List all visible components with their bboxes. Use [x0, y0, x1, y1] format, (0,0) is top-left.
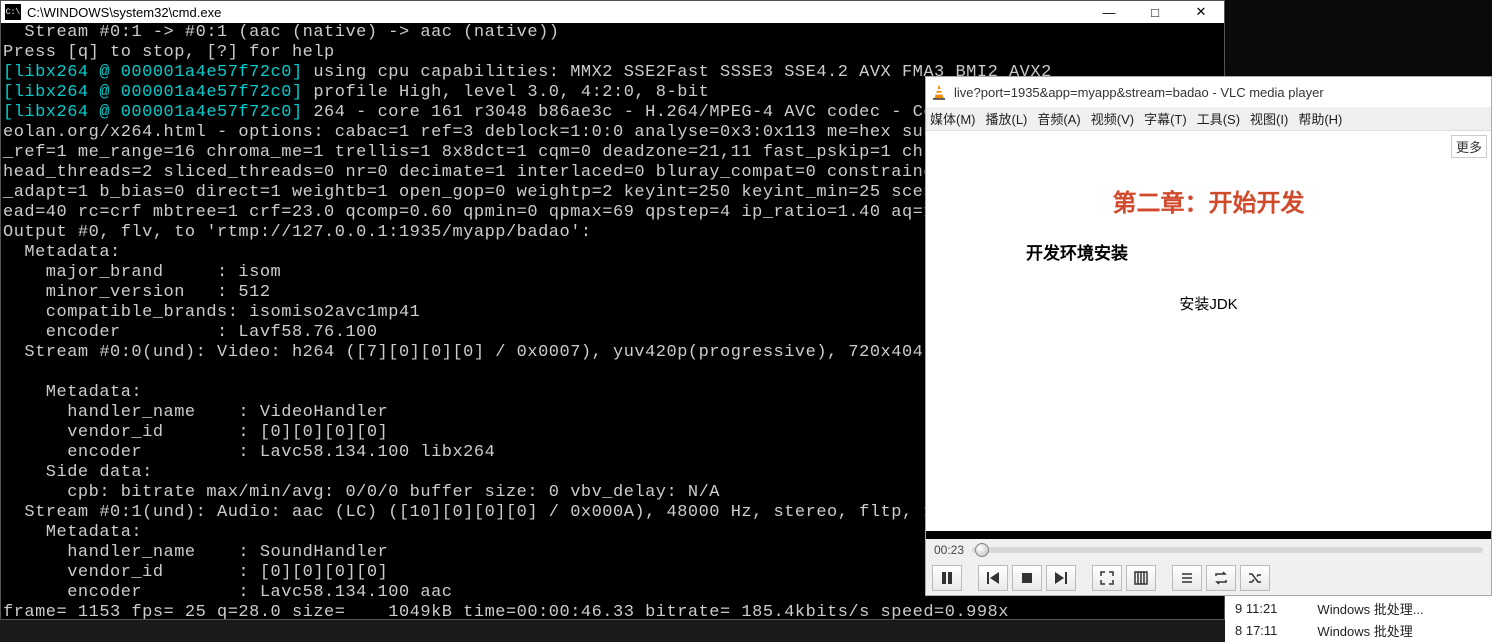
seek-slider[interactable]	[972, 547, 1483, 553]
playlist-button[interactable]	[1172, 565, 1202, 591]
vlc-window: live?port=1935&app=myapp&stream=badao - …	[925, 76, 1492, 596]
file-time: 8 17:11	[1235, 623, 1277, 638]
loop-button[interactable]	[1206, 565, 1236, 591]
cmd-icon: C:\	[5, 4, 21, 20]
stop-button[interactable]	[1012, 565, 1042, 591]
menu-item[interactable]: 工具(S)	[1197, 109, 1240, 128]
maximize-button[interactable]: □	[1132, 1, 1178, 23]
minimize-button[interactable]: —	[1086, 1, 1132, 23]
separator	[1080, 565, 1088, 591]
vlc-titlebar[interactable]: live?port=1935&app=myapp&stream=badao - …	[926, 77, 1491, 107]
explorer-fragment: 8 17:11 Windows 批处理	[1225, 618, 1492, 642]
vlc-cone-icon	[930, 83, 948, 101]
background-window	[1225, 0, 1492, 80]
file-label: Windows 批处理...	[1317, 599, 1423, 618]
separator	[1160, 565, 1168, 591]
next-button[interactable]	[1046, 565, 1076, 591]
more-button[interactable]: 更多	[1451, 135, 1487, 158]
seek-knob[interactable]	[975, 543, 989, 557]
menu-item[interactable]: 视频(V)	[1091, 109, 1134, 128]
separator	[966, 565, 974, 591]
file-time: 9 11:21	[1235, 601, 1277, 616]
fullscreen-button[interactable]	[1092, 565, 1122, 591]
vlc-controls	[926, 561, 1491, 595]
extended-settings-button[interactable]	[1126, 565, 1156, 591]
file-label: Windows 批处理	[1317, 621, 1412, 640]
explorer-fragment: 9 11:21 Windows 批处理...	[1225, 596, 1492, 620]
previous-button[interactable]	[978, 565, 1008, 591]
menu-item[interactable]: 字幕(T)	[1144, 109, 1187, 128]
video-letterbox	[926, 531, 1491, 539]
close-button[interactable]: ✕	[1178, 1, 1224, 23]
cmd-title: C:\WINDOWS\system32\cmd.exe	[27, 5, 1086, 20]
video-heading: 第二章：开始开发	[926, 183, 1491, 218]
menu-item[interactable]: 帮助(H)	[1298, 109, 1342, 128]
vlc-menubar: 媒体(M) 播放(L) 音频(A) 视频(V) 字幕(T) 工具(S) 视图(I) 帮助(H)	[926, 107, 1491, 131]
menu-item[interactable]: 媒体(M)	[930, 109, 976, 128]
shuffle-button[interactable]	[1240, 565, 1270, 591]
pause-button[interactable]	[932, 565, 962, 591]
vlc-seek-row: 00:23	[926, 539, 1491, 561]
menu-item[interactable]: 音频(A)	[1037, 109, 1080, 128]
video-subheading: 开发环境安装	[1026, 239, 1128, 264]
playback-time: 00:23	[934, 543, 964, 557]
menu-item[interactable]: 播放(L)	[986, 109, 1028, 128]
vlc-title: live?port=1935&app=myapp&stream=badao - …	[954, 85, 1324, 100]
video-body-text: 安装JDK	[926, 293, 1491, 314]
cmd-titlebar[interactable]: C:\ C:\WINDOWS\system32\cmd.exe — □ ✕	[1, 1, 1224, 23]
vlc-video-area[interactable]: 更多 第二章：开始开发 开发环境安装 安装JDK	[926, 131, 1491, 539]
menu-item[interactable]: 视图(I)	[1250, 109, 1288, 128]
